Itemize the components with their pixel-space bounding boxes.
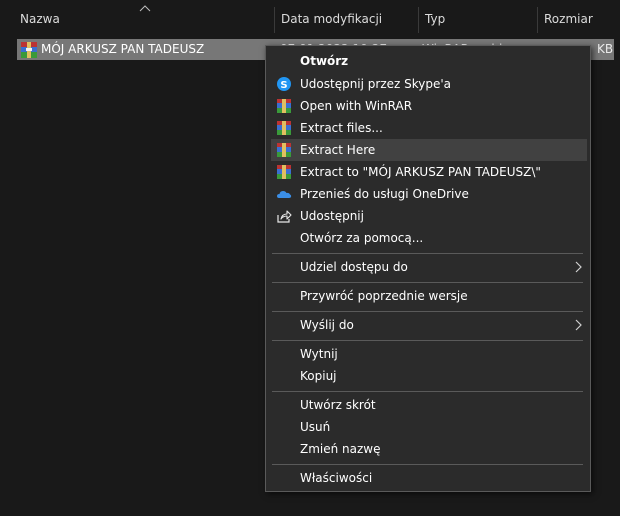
menu-item-label: Usuń <box>300 420 331 434</box>
menu-item-skype-share[interactable]: S Udostępnij przez Skype'a <box>271 73 587 95</box>
column-size[interactable]: Rozmiar <box>538 0 620 37</box>
skype-icon: S <box>277 77 291 91</box>
menu-item-send-to[interactable]: Wyślij do <box>271 314 587 336</box>
menu-separator <box>272 282 583 283</box>
menu-item-label: Udziel dostępu do <box>300 260 408 274</box>
winrar-archive-icon <box>21 42 37 58</box>
menu-separator <box>272 464 583 465</box>
column-header: Nazwa Data modyfikacji Typ Rozmiar <box>0 0 620 37</box>
menu-item-label: Otwórz <box>300 54 349 68</box>
winrar-icon <box>277 121 291 135</box>
chevron-right-icon <box>575 319 582 331</box>
menu-item-share[interactable]: Udostępnij <box>271 205 587 227</box>
menu-item-copy[interactable]: Kopiuj <box>271 365 587 387</box>
menu-item-label: Otwórz za pomocą... <box>300 231 424 245</box>
winrar-icon <box>277 99 291 113</box>
menu-separator <box>272 391 583 392</box>
winrar-icon <box>277 143 291 157</box>
menu-item-extract-to[interactable]: Extract to "MÓJ ARKUSZ PAN TADEUSZ\" <box>271 161 587 183</box>
menu-item-label: Zmień nazwę <box>300 442 381 456</box>
menu-item-label: Utwórz skrót <box>300 398 376 412</box>
menu-item-label: Extract files... <box>300 121 383 135</box>
context-menu: Otwórz S Udostępnij przez Skype'a Open w… <box>265 45 591 492</box>
onedrive-cloud-icon <box>277 191 292 198</box>
menu-item-restore-versions[interactable]: Przywróć poprzednie wersje <box>271 285 587 307</box>
menu-item-extract-here[interactable]: Extract Here <box>271 139 587 161</box>
menu-item-delete[interactable]: Usuń <box>271 416 587 438</box>
menu-separator <box>272 311 583 312</box>
share-icon <box>277 210 292 223</box>
menu-item-give-access[interactable]: Udziel dostępu do <box>271 256 587 278</box>
column-type[interactable]: Typ <box>419 0 537 37</box>
menu-item-open-with-winrar[interactable]: Open with WinRAR <box>271 95 587 117</box>
menu-item-onedrive[interactable]: Przenieś do usługi OneDrive <box>271 183 587 205</box>
chevron-right-icon <box>575 261 582 273</box>
file-size: KB <box>597 42 614 56</box>
winrar-icon <box>277 165 291 179</box>
column-name[interactable]: Nazwa <box>14 0 273 37</box>
menu-item-label: Udostępnij przez Skype'a <box>300 77 452 91</box>
menu-separator <box>272 253 583 254</box>
menu-item-label: Extract to "MÓJ ARKUSZ PAN TADEUSZ\" <box>300 165 541 179</box>
menu-item-label: Przywróć poprzednie wersje <box>300 289 468 303</box>
menu-separator <box>272 340 583 341</box>
menu-item-open-with[interactable]: Otwórz za pomocą... <box>271 227 587 249</box>
menu-item-rename[interactable]: Zmień nazwę <box>271 438 587 460</box>
menu-item-label: Przenieś do usługi OneDrive <box>300 187 469 201</box>
column-date[interactable]: Data modyfikacji <box>275 0 418 37</box>
menu-item-label: Kopiuj <box>300 369 337 383</box>
menu-item-label: Właściwości <box>300 471 373 485</box>
file-name[interactable]: MÓJ ARKUSZ PAN TADEUSZ <box>41 39 204 60</box>
menu-item-label: Wytnij <box>300 347 338 361</box>
menu-item-create-shortcut[interactable]: Utwórz skrót <box>271 394 587 416</box>
menu-item-label: Udostępnij <box>300 209 364 223</box>
menu-item-label: Wyślij do <box>300 318 354 332</box>
menu-item-label: Open with WinRAR <box>300 99 413 113</box>
menu-item-open[interactable]: Otwórz <box>271 50 587 72</box>
menu-item-label: Extract Here <box>300 143 376 157</box>
menu-item-extract-files[interactable]: Extract files... <box>271 117 587 139</box>
menu-item-cut[interactable]: Wytnij <box>271 343 587 365</box>
menu-item-properties[interactable]: Właściwości <box>271 467 587 489</box>
svg-text:S: S <box>280 80 287 91</box>
